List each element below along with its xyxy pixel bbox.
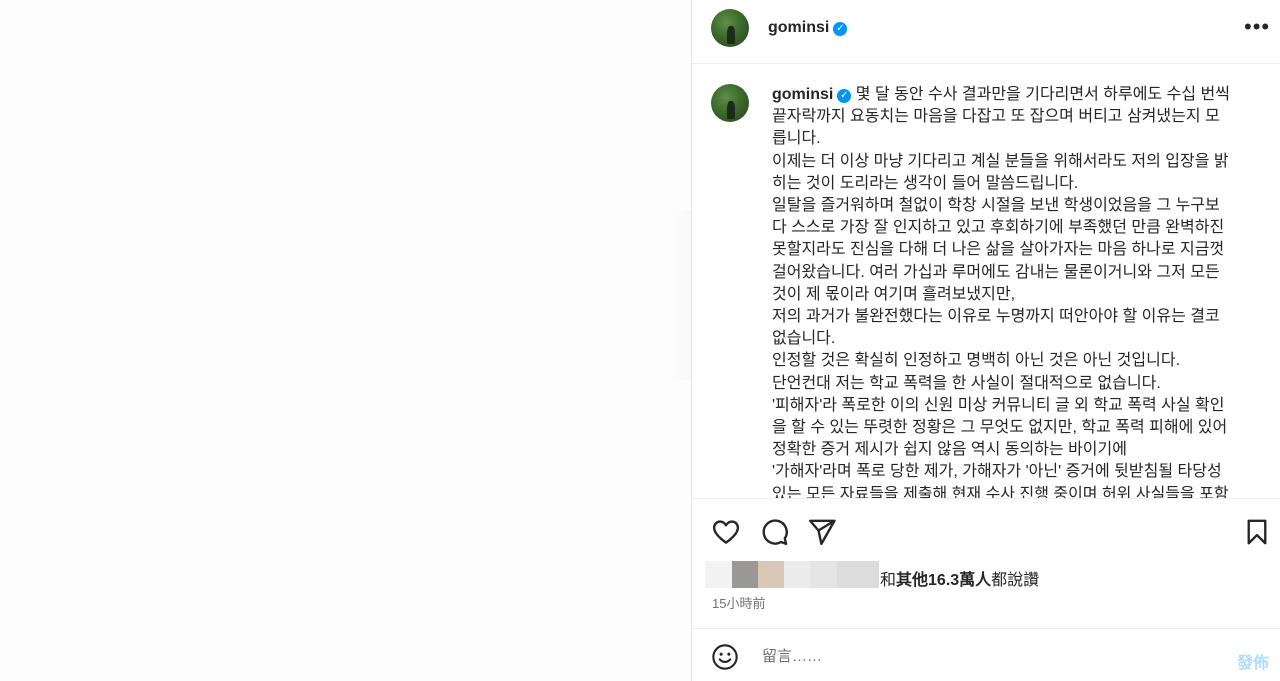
post-caption: gominsi ✓ 몇 달 동안 수사 결과만을 기다리면서 하루에도 수십 번씩… (772, 84, 1244, 498)
bookmark-icon[interactable] (1244, 517, 1270, 552)
paper-plane-icon[interactable] (807, 517, 837, 552)
caption-line: 없습니다. (772, 330, 836, 348)
caption-line: 이제는 더 이상 마냥 기다리고 계실 분들을 위해서라도 저의 입장을 밝 (772, 152, 1229, 170)
author-avatar[interactable] (711, 9, 749, 47)
caption-line: 일탈을 즐거워하며 철없이 학창 시절을 보낸 학생이었음을 그 누구보 (772, 197, 1220, 215)
caption-line: 릅니다. (772, 130, 821, 148)
caption-line: 저의 과거가 불완전했다는 이유로 누명까지 떠안아야 할 이유는 결코 (772, 308, 1220, 326)
liker-avatar-blurred (732, 561, 758, 588)
caption-line: 히는 것이 도리라는 생각이 들어 말씀드립니다. (772, 174, 1079, 192)
add-comment-bar: 發佈 (692, 628, 1280, 681)
more-options-icon[interactable]: ••• (1244, 14, 1270, 40)
caption-line: gominsi ✓ 몇 달 동안 수사 결과만을 기다리면서 하루에도 수십 번씩 (772, 84, 1244, 106)
author-username-text[interactable]: gominsi (768, 19, 829, 36)
comments-scroll-area[interactable]: gominsi ✓ 몇 달 동안 수사 결과만을 기다리면서 하루에도 수십 번씩… (692, 64, 1280, 498)
liker-avatar-blurred (758, 561, 784, 588)
smiley-icon[interactable] (711, 643, 739, 676)
verified-badge-icon: ✓ (833, 22, 848, 36)
likes-count-text[interactable]: 和其他16.3萬人都說讚 (880, 566, 1039, 590)
caption-line: 단언컨대 저는 학교 폭력을 한 사실이 절대적으로 없습니다. (772, 374, 1161, 392)
comment-bubble-icon[interactable] (759, 517, 789, 552)
likes-summary[interactable]: 和其他16.3萬人都說讚 (705, 561, 1105, 590)
post-header: gominsi ✓ ••• (692, 0, 1280, 64)
post-actions-bar (692, 498, 1280, 558)
caption-line: 을 할 수 있는 뚜렷한 정황은 그 무엇도 없지만, 학교 폭력 피해에 있어 (772, 419, 1228, 437)
likes-suffix: 都說讚 (991, 572, 1040, 589)
liker-name-blurred (810, 561, 837, 588)
post-side-panel: gominsi ✓ ••• gominsi ✓ 몇 달 동안 수사 결과만을 기다리… (691, 0, 1280, 681)
caption-line: 걸어왔습니다. 여러 가십과 루머에도 감내는 물론이거니와 그저 모든 (772, 263, 1220, 281)
caption-author-avatar[interactable] (711, 84, 749, 122)
caption-line: 다 스스로 가장 잘 인지하고 있고 후회하기에 부족했던 만큼 완벽하진 (772, 219, 1225, 237)
caption-username[interactable]: gominsi (772, 86, 833, 103)
caption-line: 정확한 증거 제시가 쉽지 않음 역시 동의하는 바이기에 (772, 441, 1127, 459)
caption-line: '가해자'라며 폭로 당한 제가, 가해자가 '아닌' 증거에 뒷받침될 타당성 (772, 463, 1222, 481)
likes-count-bold[interactable]: 其他16.3萬人 (896, 572, 991, 589)
likes-prefix: 和 (880, 572, 897, 589)
post-timestamp[interactable]: 15小時前 (712, 593, 765, 612)
heart-icon[interactable] (711, 517, 741, 552)
caption-line: 인정할 것은 확실히 인정하고 명백히 아닌 것은 아닌 것입니다. (772, 352, 1181, 370)
caption-line: '피해자'라 폭로한 이의 신원 미상 커뮤니티 글 외 학교 폭력 사실 확인 (772, 396, 1225, 414)
caption-line: 것이 제 몫이라 여기며 흘려보냈지만, (772, 285, 1016, 303)
comment-input[interactable] (760, 642, 1204, 670)
liker-avatar-blurred (705, 561, 732, 588)
liker-name-blurred (784, 561, 810, 588)
caption-line: 못할지라도 진심을 다해 더 나은 삶을 살아가자는 마음 하나로 지금껏 (772, 241, 1225, 259)
author-username[interactable]: gominsi ✓ (768, 19, 848, 37)
caption-line: 끝자락까지 요동치는 마음을 다잡고 또 잡으며 버티고 삼켜냈는지 모 (772, 108, 1220, 126)
caption-line-text: 몇 달 동안 수사 결과만을 기다리면서 하루에도 수십 번씩 (855, 86, 1230, 103)
liker-name-blurred (837, 561, 879, 588)
verified-badge-icon: ✓ (837, 89, 852, 103)
post-comment-button[interactable]: 發佈 (1237, 649, 1269, 673)
post-media-area (0, 0, 694, 681)
caption-line: 있는 모든 자료들을 제출해 현재 수사 진행 중이며 허위 사실들을 포함 (772, 485, 1229, 498)
